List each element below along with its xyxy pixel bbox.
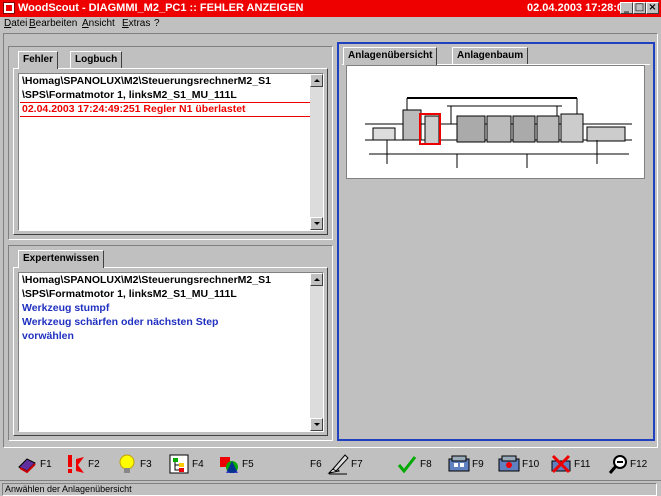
scroll-down-arrow-icon[interactable]	[310, 217, 323, 230]
f2-button[interactable]: F2	[64, 452, 100, 476]
expert-scrollbar[interactable]	[310, 273, 323, 431]
tab-fehler[interactable]: Fehler	[18, 51, 59, 69]
f9-button[interactable]: F9	[448, 452, 492, 476]
error-scrollbar[interactable]	[310, 74, 323, 230]
tree-icon	[169, 454, 189, 474]
f1-button[interactable]: F1	[16, 452, 52, 476]
error-separator	[20, 116, 310, 117]
maximize-button[interactable]: □	[633, 2, 646, 14]
lightbulb-icon	[119, 454, 135, 473]
close-button[interactable]: ×	[646, 2, 659, 14]
menu-bar: Datei Bearbeiten Ansicht Extras ?	[0, 17, 661, 32]
scroll-up-arrow-icon[interactable]	[310, 273, 323, 286]
f3-button[interactable]: F3	[116, 452, 152, 476]
expert-list[interactable]: \Homag\SPANOLUX\M2\SteuerungsrechnerM2_S…	[18, 272, 324, 432]
function-key-bar: F1 F2 F3 F4 F5 F6 F7 F8 F9 F10 F11 F12	[0, 449, 661, 477]
f12-button[interactable]: F12	[607, 452, 657, 476]
f5-button[interactable]: F5	[218, 452, 254, 476]
menu-datei[interactable]: Datei	[4, 18, 27, 29]
machine-icon	[448, 455, 470, 472]
f6-button[interactable]: F6	[306, 452, 328, 476]
menu-bearbeiten[interactable]: Bearbeiten	[29, 18, 77, 29]
f8-button[interactable]: F8	[396, 452, 436, 476]
exclamation-icon	[68, 455, 84, 473]
app-icon[interactable]	[3, 2, 15, 14]
expert-panel: Expertenwissen \Homag\SPANOLUX\M2\Steuer…	[8, 245, 333, 441]
expert-hint-line: vorwählen	[22, 330, 74, 342]
plant-overview-drawing[interactable]	[346, 65, 645, 179]
tab-anlagenbaum[interactable]: Anlagenbaum	[452, 47, 529, 65]
magnifier-icon	[608, 455, 627, 474]
tab-anlagenuebersicht[interactable]: Anlagenübersicht	[343, 47, 438, 65]
expert-hint-line: Werkzeug stumpf	[22, 302, 110, 314]
error-tab-body: \Homag\SPANOLUX\M2\SteuerungsrechnerM2_S…	[13, 68, 328, 235]
menu-ansicht[interactable]: Ansicht	[82, 18, 115, 29]
pen-hand-icon	[327, 454, 349, 475]
tab-logbuch[interactable]: Logbuch	[70, 51, 123, 69]
error-sps-line: \SPS\Formatmotor 1, linksM2_S1_MU_111L	[22, 89, 237, 101]
f11-button[interactable]: F11	[550, 452, 598, 476]
error-list[interactable]: \Homag\SPANOLUX\M2\SteuerungsrechnerM2_S…	[18, 73, 324, 231]
f10-button[interactable]: F10	[498, 452, 546, 476]
book-icon	[18, 458, 36, 474]
menu-extras[interactable]: Extras	[122, 18, 150, 29]
expert-tab-body: \Homag\SPANOLUX\M2\SteuerungsrechnerM2_S…	[13, 267, 328, 436]
error-message[interactable]: 02.04.2003 17:24:49:251 Regler N1 überla…	[22, 103, 246, 115]
window-datetime: 02.04.2003 17:28:08	[527, 2, 630, 14]
window-title: WoodScout - DIAGMMI_M2_PC1 :: FEHLER ANZ…	[18, 2, 304, 14]
machine-zoom-icon	[498, 455, 520, 472]
expert-path-line: \Homag\SPANOLUX\M2\SteuerungsrechnerM2_S…	[22, 274, 271, 286]
plant-panel: Anlagenübersicht Anlagenbaum	[337, 42, 655, 441]
status-bar: Anwählen der Anlagenübersicht	[0, 480, 661, 496]
f7-button[interactable]: F7	[327, 452, 373, 476]
error-panel: Fehler Logbuch \Homag\SPANOLUX\M2\Steuer…	[8, 46, 333, 240]
f4-button[interactable]: F4	[168, 452, 204, 476]
tab-expertenwissen[interactable]: Expertenwissen	[18, 250, 105, 268]
checkmark-icon	[397, 456, 417, 474]
scroll-up-arrow-icon[interactable]	[310, 74, 323, 87]
menu-help[interactable]: ?	[154, 18, 160, 29]
title-bar: WoodScout - DIAGMMI_M2_PC1 :: FEHLER ANZ…	[0, 0, 661, 17]
minimize-button[interactable]: _	[620, 2, 633, 14]
error-path-line: \Homag\SPANOLUX\M2\SteuerungsrechnerM2_S…	[22, 75, 271, 87]
red-x-icon	[551, 454, 571, 474]
machine-drawing-icon	[365, 97, 632, 168]
status-text: Anwählen der Anlagenübersicht	[2, 483, 657, 496]
shapes-icon	[220, 457, 238, 473]
expert-hint-line: Werkzeug schärfen oder nächsten Step	[22, 316, 219, 328]
expert-sps-line: \SPS\Formatmotor 1, linksM2_S1_MU_111L	[22, 288, 237, 300]
scroll-down-arrow-icon[interactable]	[310, 418, 323, 431]
